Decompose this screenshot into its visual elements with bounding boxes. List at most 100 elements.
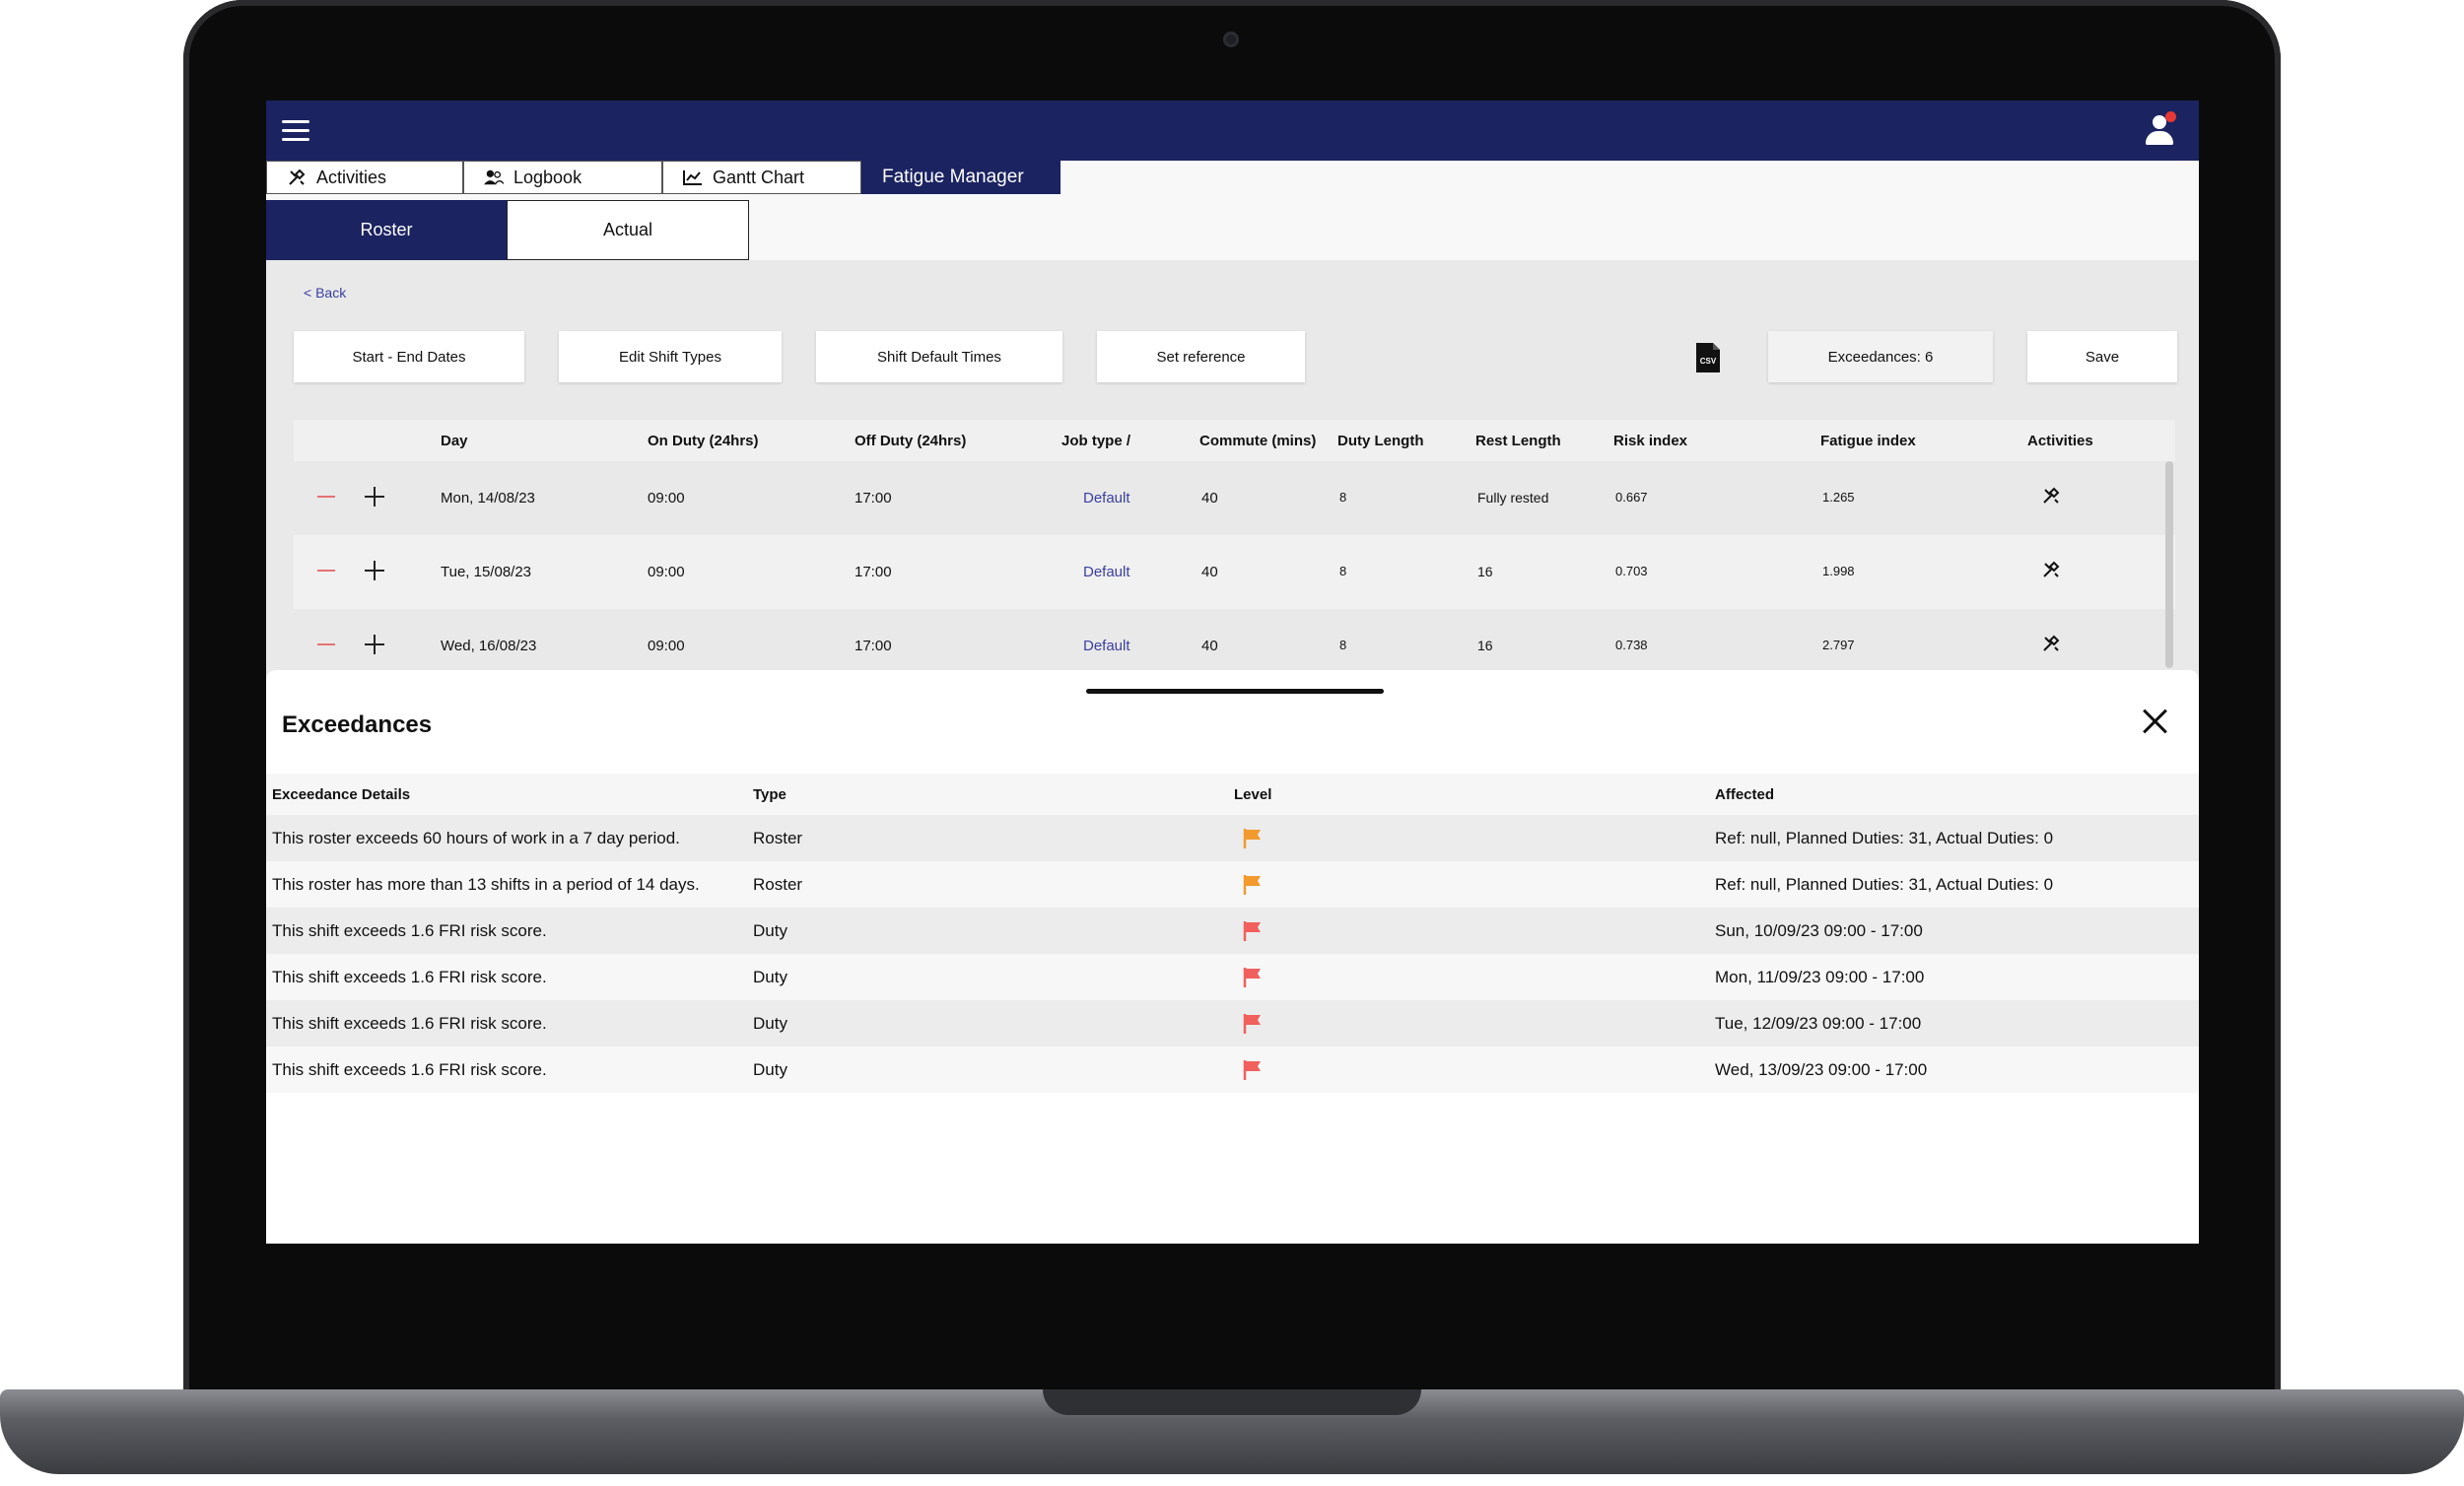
subtab-actual[interactable]: Actual <box>507 200 749 260</box>
cell-on-duty[interactable]: 09:00 <box>648 490 685 507</box>
top-bar <box>266 101 2199 161</box>
user-avatar-icon[interactable] <box>2144 111 2176 147</box>
flag-icon <box>1242 828 1264 849</box>
edit-shift-types-button[interactable]: Edit Shift Types <box>559 331 782 382</box>
cell-fatigue-index: 2.797 <box>1822 638 1855 652</box>
camera-icon <box>1223 32 1239 47</box>
back-link[interactable]: < Back <box>304 285 346 301</box>
cell-details: This roster exceeds 60 hours of work in … <box>272 829 680 847</box>
svg-text:CSV: CSV <box>1700 357 1717 366</box>
save-button[interactable]: Save <box>2027 331 2177 382</box>
cell-on-duty[interactable]: 09:00 <box>648 638 685 654</box>
cell-affected: Wed, 13/09/23 09:00 - 17:00 <box>1715 1060 1928 1079</box>
add-row-icon[interactable] <box>365 635 384 654</box>
remove-row-icon[interactable] <box>317 643 335 645</box>
tools-icon[interactable] <box>2041 486 2061 509</box>
cell-off-duty[interactable]: 17:00 <box>855 490 892 507</box>
app-screen: Activities Logbook Gantt Chart Fatigue M… <box>266 101 2199 1244</box>
cell-off-duty[interactable]: 17:00 <box>855 638 892 654</box>
col-rest-length: Rest Length <box>1475 433 1561 449</box>
job-type-link[interactable]: Default <box>1083 490 1130 507</box>
exceedance-row[interactable]: This shift exceeds 1.6 FRI risk score. D… <box>266 1047 2199 1093</box>
subtab-label: Actual <box>602 220 653 239</box>
cell-type: Roster <box>753 829 803 847</box>
shift-default-times-button[interactable]: Shift Default Times <box>816 331 1062 382</box>
tab-label: Logbook <box>513 167 582 187</box>
cell-type: Duty <box>753 921 787 940</box>
tab-gantt-chart[interactable]: Gantt Chart <box>662 161 861 194</box>
exceedances-button[interactable]: Exceedances: 6 <box>1768 331 1993 382</box>
exceedance-row[interactable]: This roster exceeds 60 hours of work in … <box>266 815 2199 861</box>
csv-export-icon[interactable]: CSV <box>1695 342 1721 373</box>
tab-label: Activities <box>316 167 387 187</box>
exceedance-row[interactable]: This shift exceeds 1.6 FRI risk score. D… <box>266 908 2199 954</box>
flag-icon <box>1242 920 1264 942</box>
remove-row-icon[interactable] <box>317 570 335 572</box>
start-end-dates-button[interactable]: Start - End Dates <box>294 331 524 382</box>
cell-details: This roster has more than 13 shifts in a… <box>272 875 700 894</box>
cell-risk-index: 0.667 <box>1615 490 1648 505</box>
cell-off-duty[interactable]: 17:00 <box>855 564 892 580</box>
cell-affected: Sun, 10/09/23 09:00 - 17:00 <box>1715 921 1923 940</box>
col-job-type: Job type / <box>1061 433 1131 449</box>
flag-icon <box>1242 967 1264 988</box>
tab-label: Fatigue Manager <box>882 167 1024 187</box>
cell-type: Roster <box>753 875 803 894</box>
add-row-icon[interactable] <box>365 487 384 507</box>
cell-fatigue-index: 1.998 <box>1822 564 1855 578</box>
col-off-duty: Off Duty (24hrs) <box>855 433 967 449</box>
cell-commute[interactable]: 40 <box>1201 638 1218 654</box>
laptop-notch <box>1043 1389 1421 1415</box>
close-icon[interactable] <box>2141 708 2168 735</box>
set-reference-button[interactable]: Set reference <box>1097 331 1305 382</box>
exceedance-row[interactable]: This shift exceeds 1.6 FRI risk score. D… <box>266 954 2199 1000</box>
subtab-label: Roster <box>360 220 413 239</box>
table-scrollbar[interactable] <box>2165 461 2173 668</box>
cell-duty-length: 8 <box>1339 490 1347 505</box>
col-activities: Activities <box>2027 433 2093 449</box>
table-row[interactable]: Mon, 14/08/23 09:00 17:00 Default 40 8 F… <box>294 461 2175 535</box>
cell-rest-length: 16 <box>1477 638 1493 653</box>
cell-day: Mon, 14/08/23 <box>441 490 535 507</box>
cell-day: Tue, 15/08/23 <box>441 564 532 580</box>
flag-icon <box>1242 1013 1264 1035</box>
users-icon <box>484 168 504 187</box>
job-type-link[interactable]: Default <box>1083 564 1130 580</box>
tools-icon[interactable] <box>2041 634 2061 657</box>
cell-details: This shift exceeds 1.6 FRI risk score. <box>272 921 547 940</box>
cell-affected: Mon, 11/09/23 09:00 - 17:00 <box>1715 968 1925 986</box>
col-details: Exceedance Details <box>272 786 411 803</box>
cell-fatigue-index: 1.265 <box>1822 490 1855 505</box>
col-duty-length: Duty Length <box>1337 433 1424 449</box>
cell-rest-length: 16 <box>1477 564 1493 579</box>
col-day: Day <box>441 433 468 449</box>
exceedance-row[interactable]: This roster has more than 13 shifts in a… <box>266 861 2199 908</box>
add-row-icon[interactable] <box>365 561 384 580</box>
cell-details: This shift exceeds 1.6 FRI risk score. <box>272 1014 547 1033</box>
cell-on-duty[interactable]: 09:00 <box>648 564 685 580</box>
drag-handle[interactable] <box>1086 689 1384 694</box>
remove-row-icon[interactable] <box>317 496 335 498</box>
cell-duty-length: 8 <box>1339 638 1347 652</box>
cell-affected: Tue, 12/09/23 09:00 - 17:00 <box>1715 1014 1922 1033</box>
table-row[interactable]: Tue, 15/08/23 09:00 17:00 Default 40 8 1… <box>294 535 2175 609</box>
notification-dot <box>2165 111 2176 122</box>
subtab-roster[interactable]: Roster <box>266 200 507 260</box>
tab-logbook[interactable]: Logbook <box>463 161 662 194</box>
cell-commute[interactable]: 40 <box>1201 564 1218 580</box>
flag-icon <box>1242 1059 1264 1081</box>
tab-activities[interactable]: Activities <box>266 161 463 194</box>
tab-fatigue-manager[interactable]: Fatigue Manager <box>861 161 1061 194</box>
cell-commute[interactable]: 40 <box>1201 490 1218 507</box>
roster-header: Day On Duty (24hrs) Off Duty (24hrs) Job… <box>294 420 2175 461</box>
sheet-title: Exceedances <box>282 711 433 738</box>
menu-icon[interactable] <box>282 120 309 142</box>
col-commute: Commute (mins) <box>1199 433 1317 449</box>
cell-day: Wed, 16/08/23 <box>441 638 537 654</box>
cell-details: This shift exceeds 1.6 FRI risk score. <box>272 968 547 986</box>
cell-details: This shift exceeds 1.6 FRI risk score. <box>272 1060 547 1079</box>
exceedance-row[interactable]: This shift exceeds 1.6 FRI risk score. D… <box>266 1000 2199 1047</box>
job-type-link[interactable]: Default <box>1083 638 1130 654</box>
tools-icon[interactable] <box>2041 560 2061 583</box>
cell-type: Duty <box>753 1060 787 1079</box>
